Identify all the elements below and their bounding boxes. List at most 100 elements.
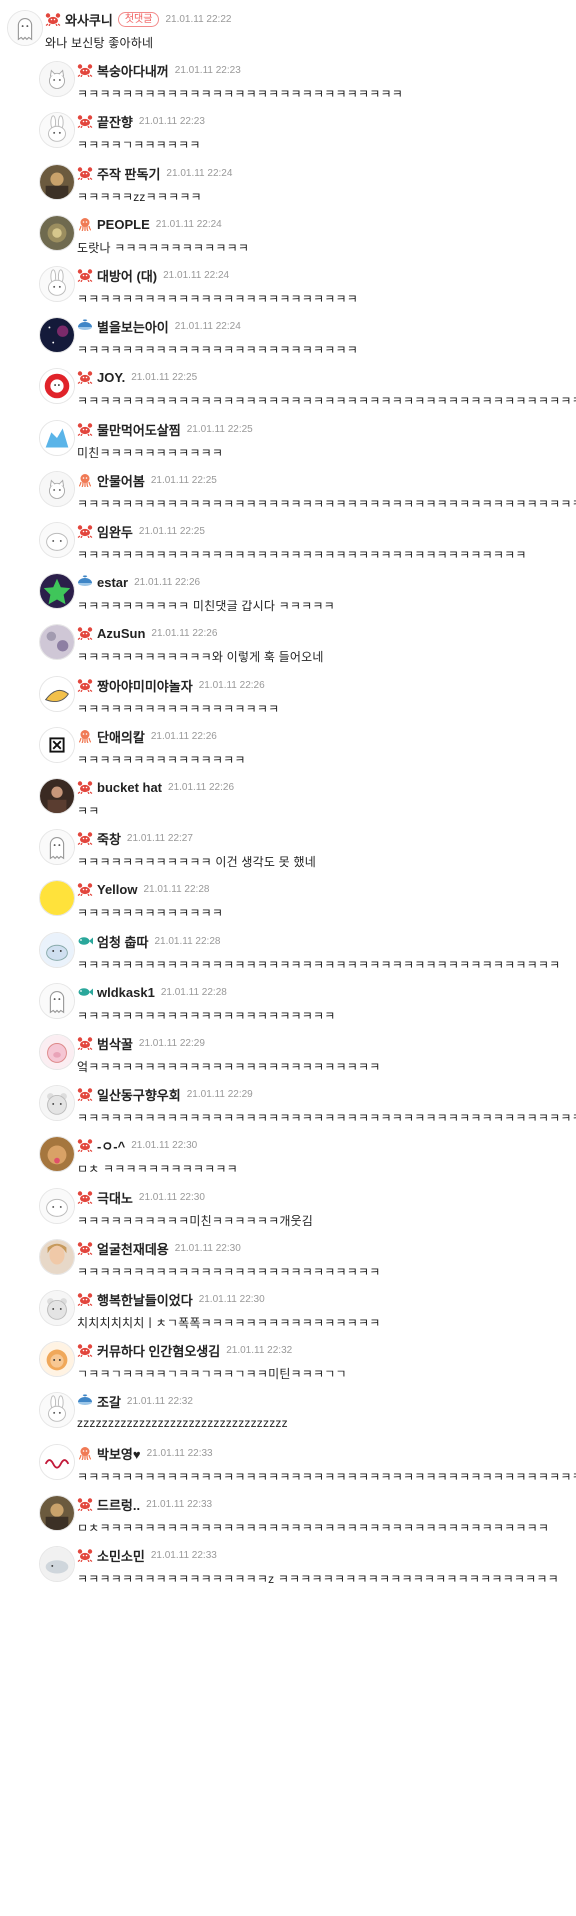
nickname[interactable]: -ㅇ-^	[97, 1136, 125, 1155]
nickname[interactable]: 단애의칼	[97, 727, 145, 746]
whale-avatar[interactable]	[39, 1546, 75, 1582]
cat-avatar[interactable]	[39, 471, 75, 507]
timestamp: 21.01.11 22:25	[150, 474, 217, 486]
bear-avatar[interactable]	[39, 1085, 75, 1121]
timestamp: 21.01.11 22:28	[160, 986, 227, 998]
seal-avatar[interactable]	[39, 932, 75, 968]
face-avatar[interactable]	[39, 1239, 75, 1275]
timestamp: 21.01.11 22:24	[155, 218, 222, 230]
cat-avatar[interactable]	[39, 61, 75, 97]
star-avatar[interactable]	[39, 573, 75, 609]
blob-avatar[interactable]	[39, 1188, 75, 1224]
ghost-avatar[interactable]	[7, 10, 43, 46]
blue-avatar[interactable]	[39, 420, 75, 456]
nickname[interactable]: 일산동구향우회	[97, 1085, 181, 1104]
photo-avatar[interactable]	[39, 1495, 75, 1531]
nickname[interactable]: 행복한날들이었다	[97, 1290, 193, 1309]
comment-text: ㅋㅋㅋㅋㅋㅋㅋㅋㅋㅋㅋㅋㅋㅋㅋㅋㅋㅋㅋㅋㅋㅋㅋㅋㅋ	[77, 292, 359, 306]
timestamp: 21.01.11 22:28	[154, 935, 221, 947]
comment-text: ㅋㅋㅋㅋㅋㅋㅋㅋㅋㅋㅋㅋㅋㅋㅋㅋㅋㅋㅋㅋㅋㅋㅋㅋㅋㅋㅋ	[77, 1265, 381, 1279]
box-avatar[interactable]	[39, 727, 75, 763]
comment-text: ㅁㅊ ㅋㅋㅋㅋㅋㅋㅋㅋㅋㅋㅋㅋ	[77, 1162, 238, 1176]
comment-text: ㅁㅊㅋㅋㅋㅋㅋㅋㅋㅋㅋㅋㅋㅋㅋㅋㅋㅋㅋㅋㅋㅋㅋㅋㅋㅋㅋㅋㅋㅋㅋㅋㅋㅋㅋㅋㅋㅋㅋㅋ…	[77, 1521, 550, 1535]
nickname[interactable]: 커뮤하다 인간혐오생김	[97, 1341, 220, 1360]
comment-text: ㅋㅋㅋㅋㅋㅋㅋㅋㅋㅋㅋㅋㅋㅋㅋㅋㅋㅋㅋㅋㅋㅋㅋㅋㅋㅋㅋㅋㅋ	[77, 87, 403, 101]
comment-meta: 엄청 춥따 21.01.11 22:28	[77, 932, 220, 950]
sign-avatar[interactable]	[39, 1444, 75, 1480]
nickname[interactable]: 극대노	[97, 1188, 133, 1207]
crab-icon	[77, 1548, 93, 1562]
nickname[interactable]: 끝잔향	[97, 112, 133, 131]
nickname[interactable]: 엄청 춥따	[97, 932, 148, 951]
nickname[interactable]: PEOPLE	[97, 217, 150, 232]
nickname[interactable]: 복숭아다내꺼	[97, 61, 169, 80]
nickname[interactable]: 물만먹어도살찜	[97, 420, 181, 439]
comment-meta: 단애의칼 21.01.11 22:26	[77, 727, 217, 745]
timestamp: 21.01.11 22:32	[226, 1344, 293, 1356]
crab-icon	[77, 1036, 93, 1050]
nickname[interactable]: 소민소민	[97, 1546, 145, 1565]
comment-meta: 주작 판독기 21.01.11 22:24	[77, 164, 232, 182]
first-comment-badge: 첫댓글	[117, 11, 160, 27]
yellow-avatar[interactable]	[39, 880, 75, 916]
comment-text: ㅋㅋㅋㅋㅋㅋㅋㅋㅋㅋㅋㅋㅋㅋㅋ	[77, 753, 246, 767]
lion-avatar[interactable]	[39, 1341, 75, 1377]
comment-text: ㅋㅋ	[77, 804, 100, 818]
comment-text: ㅋㅋㅋㅋㅋㅋㅋㅋㅋㅋㅋㅋㅋㅋㅋㅋㅋㅋㅋㅋㅋㅋㅋㅋㅋㅋㅋㅋㅋㅋㅋㅋㅋㅋㅋㅋㅋㅋㅋㅋ	[77, 548, 527, 562]
nickname[interactable]: 별을보는아이	[97, 317, 169, 336]
blob-avatar[interactable]	[39, 522, 75, 558]
nickname[interactable]: 임완두	[97, 522, 133, 541]
nickname[interactable]: 범삭꿀	[97, 1034, 133, 1053]
nickname[interactable]: estar	[97, 575, 128, 590]
person-avatar[interactable]	[39, 778, 75, 814]
rabbit-avatar[interactable]	[39, 1392, 75, 1428]
whale-icon	[77, 319, 93, 333]
nickname[interactable]: Yellow	[97, 882, 137, 897]
timestamp: 21.01.11 22:23	[138, 115, 205, 127]
nickname[interactable]: 주작 판독기	[97, 164, 160, 183]
nickname[interactable]: wldkask1	[97, 985, 155, 1000]
crab-icon	[77, 831, 93, 845]
photo-avatar[interactable]	[39, 164, 75, 200]
comment-text: zzzzzzzzzzzzzzzzzzzzzzzzzzzzzzzzzz	[77, 1416, 288, 1430]
comment-text: 미친ㅋㅋㅋㅋㅋㅋㅋㅋㅋㅋㅋ	[77, 446, 224, 460]
comment-text: ㅋㅋㅋㅋㅋㅋㅋㅋㅋㅋㅋㅋㅋ	[77, 906, 224, 920]
comment-meta: 안물어봄 21.01.11 22:25	[77, 471, 217, 489]
ghost-avatar[interactable]	[39, 983, 75, 1019]
nickname[interactable]: 드르렁..	[97, 1495, 140, 1514]
nickname[interactable]: JOY.	[97, 370, 125, 385]
nickname[interactable]: 안물어봄	[97, 471, 145, 490]
nickname[interactable]: bucket hat	[97, 780, 162, 795]
mosaic-avatar[interactable]	[39, 215, 75, 251]
nickname[interactable]: 얼굴천재데용	[97, 1239, 169, 1258]
fish-icon	[77, 934, 93, 948]
crab-icon	[77, 780, 93, 794]
floral-avatar[interactable]	[39, 624, 75, 660]
nickname[interactable]: 짱아야미미야놀자	[97, 676, 193, 695]
pig-avatar[interactable]	[39, 1034, 75, 1070]
rabbit-avatar[interactable]	[39, 112, 75, 148]
crab-icon	[77, 1292, 93, 1306]
sketch-avatar[interactable]	[39, 676, 75, 712]
comment-meta: 소민소민 21.01.11 22:33	[77, 1546, 217, 1564]
comment-text: ㅋㅋㅋㅋㅋㅋㅋㅋㅋㅋㅋㅋㅋㅋㅋㅋㅋㅋㅋㅋㅋㅋㅋㅋㅋㅋㅋㅋㅋㅋㅋㅋㅋㅋㅋㅋㅋㅋㅋㅋ…	[77, 1470, 576, 1484]
comment-text: 치치치치치치ㅣㅊㄱ폭폭ㅋㅋㅋㅋㅋㅋㅋㅋㅋㅋㅋㅋㅋㅋㅋㅋ	[77, 1316, 381, 1330]
comment-meta: AzuSun 21.01.11 22:26	[77, 624, 217, 642]
red-avatar[interactable]	[39, 368, 75, 404]
comment-text: 도랏나 ㅋㅋㅋㅋㅋㅋㅋㅋㅋㅋㅋㅋ	[77, 241, 250, 255]
space-avatar[interactable]	[39, 317, 75, 353]
nickname[interactable]: 대방어 (대)	[97, 266, 157, 285]
dog-avatar[interactable]	[39, 1136, 75, 1172]
nickname[interactable]: 박보영♥	[97, 1444, 141, 1463]
rabbit-avatar[interactable]	[39, 266, 75, 302]
ghost-avatar[interactable]	[39, 829, 75, 865]
nickname[interactable]: 와사쿠니	[65, 10, 113, 29]
nickname[interactable]: 조갈	[97, 1392, 121, 1411]
crab-icon	[77, 524, 93, 538]
crab-icon	[77, 1138, 93, 1152]
nickname[interactable]: 죽창	[97, 829, 121, 848]
timestamp: 21.01.11 22:25	[186, 423, 253, 435]
nickname[interactable]: AzuSun	[97, 626, 145, 641]
bear-avatar[interactable]	[39, 1290, 75, 1326]
comment-text: ㅋㅋㅋㅋㅋㅋㅋㅋㅋㅋㅋㅋ 이건 생각도 못 했네	[77, 855, 316, 869]
